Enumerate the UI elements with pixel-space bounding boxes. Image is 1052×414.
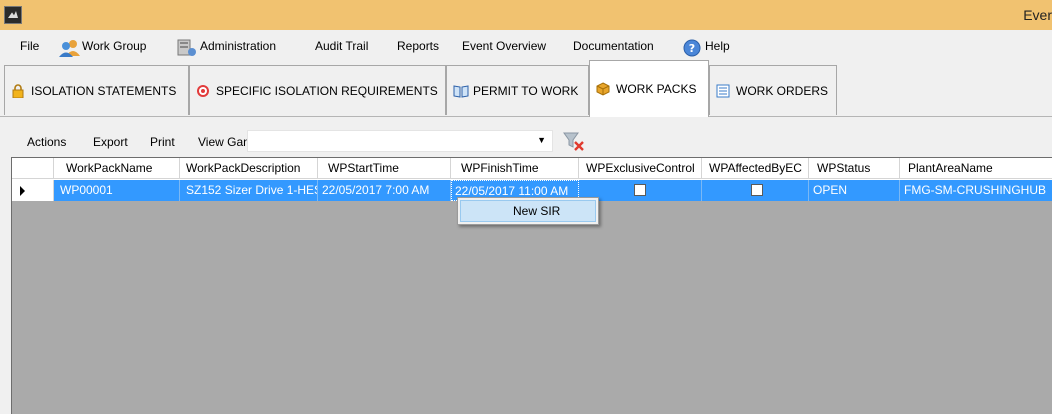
menu-reports[interactable]: Reports — [397, 37, 439, 55]
menu-reports-label: Reports — [397, 39, 440, 53]
tab-permit-to-work[interactable]: PERMIT TO WORK — [446, 65, 589, 115]
tab-work-orders[interactable]: WORK ORDERS — [709, 65, 837, 115]
svg-text:?: ? — [689, 42, 695, 55]
column-header[interactable]: WPStatus — [809, 158, 900, 179]
book-icon — [453, 84, 469, 98]
context-menu: New SIR — [457, 197, 599, 225]
column-header[interactable]: WorkPackDescription — [180, 158, 318, 179]
print-menu[interactable]: Print — [150, 133, 175, 151]
column-header[interactable]: WPExclusiveControl — [579, 158, 702, 179]
tab-work-orders-label: WORK ORDERS — [736, 83, 829, 98]
actions-label: Actions — [27, 135, 67, 149]
cell-wpstatus[interactable]: OPEN — [809, 180, 900, 201]
export-label: Export — [93, 135, 128, 149]
tab-work-packs[interactable]: WORK PACKS — [589, 60, 709, 117]
affected-by-ec-checkbox[interactable] — [751, 184, 763, 196]
menu-help-label: Help — [705, 39, 730, 53]
column-header[interactable]: WPAffectedByEC — [702, 158, 809, 179]
tab-specific-isolation-requirements[interactable]: SPECIFIC ISOLATION REQUIREMENTS — [189, 65, 446, 115]
column-header[interactable]: PlantAreaName — [900, 158, 1052, 179]
menu-event-overview[interactable]: Event Overview — [462, 37, 546, 55]
menu-documentation[interactable]: Documentation — [573, 37, 654, 55]
list-icon — [716, 84, 730, 98]
admin-server-icon — [176, 39, 196, 56]
row-selector[interactable] — [12, 180, 54, 201]
column-header[interactable]: WorkPackName — [54, 158, 180, 179]
tab-isolation-statements[interactable]: ISOLATION STATEMENTS — [4, 65, 189, 115]
current-row-arrow-icon — [20, 186, 25, 196]
help-icon: ? — [683, 39, 701, 57]
actions-menu[interactable]: Actions — [27, 133, 66, 151]
target-icon — [196, 84, 210, 98]
print-label: Print — [150, 135, 175, 149]
window-title: Ever — [1023, 7, 1052, 23]
menu-help[interactable]: ? Help — [683, 37, 730, 57]
dropdown-arrow-icon[interactable]: ▼ — [537, 135, 546, 145]
column-header[interactable]: WPStartTime — [318, 158, 451, 179]
tab-permit-to-work-label: PERMIT TO WORK — [473, 83, 579, 98]
cell-wpaffectedbyec[interactable] — [702, 180, 809, 201]
cell-wpstarttime[interactable]: 22/05/2017 7:00 AM — [318, 180, 451, 201]
work-packs-grid[interactable]: WorkPackName WorkPackDescription WPStart… — [11, 157, 1052, 414]
main-tabs: ISOLATION STATEMENTS SPECIFIC ISOLATION … — [0, 60, 1052, 117]
padlock-icon — [11, 83, 25, 98]
row-header-corner — [12, 158, 54, 179]
menu-administration-label: Administration — [200, 39, 277, 53]
cell-workpackname[interactable]: WP00001 — [54, 180, 180, 201]
users-icon — [58, 39, 80, 57]
cell-workpackdescription[interactable]: SZ152 Sizer Drive 1-HES — [180, 180, 318, 201]
menu-event-overview-label: Event Overview — [462, 39, 547, 53]
menu-file[interactable]: File — [20, 37, 39, 55]
title-bar: Ever — [0, 0, 1052, 30]
filter-combo[interactable]: ▼ — [247, 130, 553, 152]
menu-bar: File Work Group Administration Audit Tra… — [0, 32, 1052, 60]
menu-audit-trail-label: Audit Trail — [315, 39, 369, 53]
tab-specific-isolation-requirements-label: SPECIFIC ISOLATION REQUIREMENTS — [216, 83, 438, 98]
menu-administration[interactable]: Administration — [176, 37, 277, 56]
app-icon[interactable] — [4, 6, 22, 24]
context-menu-new-sir[interactable]: New SIR — [460, 200, 596, 222]
tab-divider — [0, 116, 1052, 117]
menu-file-label: File — [20, 39, 40, 53]
grid-toolbar: Actions Export Print View Gantt ▼ — [0, 130, 1052, 154]
exclusive-control-checkbox[interactable] — [634, 184, 646, 196]
menu-work-group-label: Work Group — [82, 39, 147, 53]
tab-work-packs-label: WORK PACKS — [616, 82, 697, 96]
clear-filter-icon[interactable] — [562, 130, 588, 154]
grid-header: WorkPackName WorkPackDescription WPStart… — [12, 158, 1052, 180]
package-icon — [596, 82, 610, 96]
menu-audit-trail[interactable]: Audit Trail — [315, 37, 368, 55]
export-menu[interactable]: Export — [93, 133, 128, 151]
cell-plantareaname[interactable]: FMG-SM-CRUSHINGHUB — [900, 180, 1052, 201]
column-header[interactable]: WPFinishTime — [451, 158, 579, 179]
tab-isolation-statements-label: ISOLATION STATEMENTS — [31, 83, 177, 98]
menu-work-group[interactable]: Work Group — [58, 37, 147, 57]
menu-documentation-label: Documentation — [573, 39, 654, 53]
